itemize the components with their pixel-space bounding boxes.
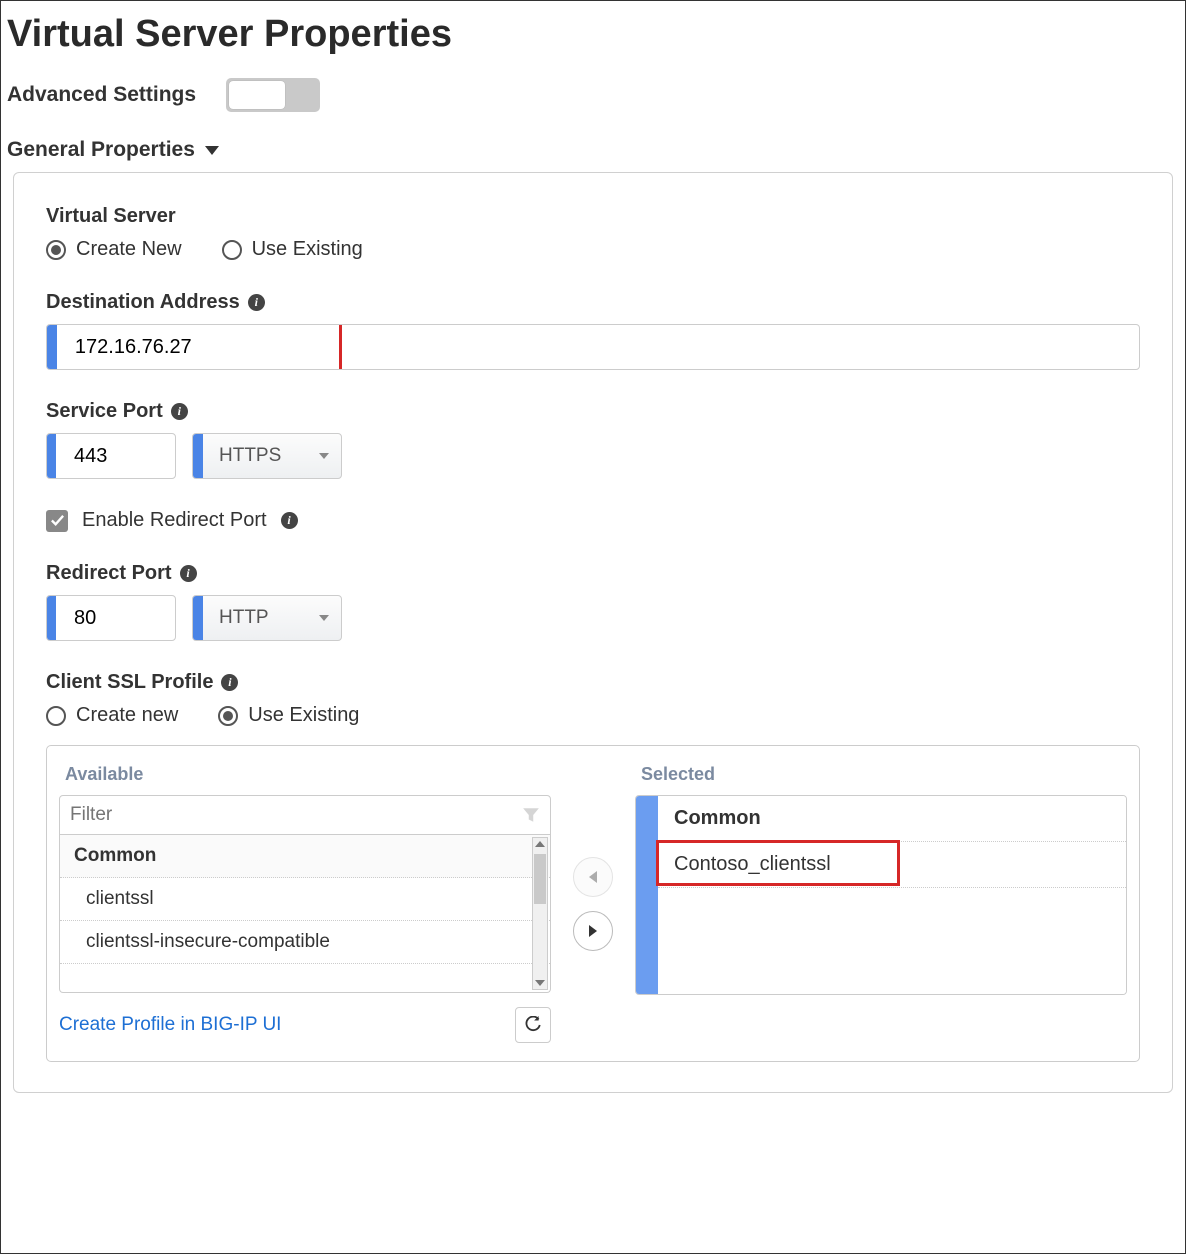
scroll-down-icon — [535, 980, 545, 986]
service-port-protocol-select[interactable]: HTTPS — [192, 433, 342, 479]
chevron-down-icon — [205, 146, 219, 155]
destination-address-wrap — [46, 324, 1140, 370]
list-group-header: Common — [658, 796, 1126, 842]
radio-icon — [46, 240, 66, 260]
service-port-input[interactable] — [56, 434, 175, 478]
chevron-down-icon — [319, 615, 329, 621]
input-stripe — [193, 434, 203, 478]
check-icon — [50, 513, 65, 528]
list-group-header: Common — [60, 835, 550, 878]
radio-use-existing-vs[interactable]: Use Existing — [222, 238, 363, 261]
radio-icon — [46, 706, 66, 726]
info-icon[interactable]: i — [171, 403, 188, 420]
arrow-right-icon — [589, 925, 597, 937]
redirect-port-wrap — [46, 595, 176, 641]
page-title: Virtual Server Properties — [7, 13, 1179, 56]
radio-use-existing-ssl[interactable]: Use Existing — [218, 704, 359, 727]
enable-redirect-label: Enable Redirect Port — [82, 509, 267, 532]
selected-title: Selected — [641, 764, 1127, 785]
section-title: General Properties — [7, 138, 195, 162]
refresh-icon — [524, 1016, 542, 1034]
info-icon[interactable]: i — [221, 674, 238, 691]
radio-create-new-vs[interactable]: Create New — [46, 238, 182, 261]
service-port-wrap — [46, 433, 176, 479]
destination-address-label: Destination Address i — [46, 291, 1140, 314]
advanced-settings-toggle[interactable] — [226, 78, 320, 112]
scrollbar-thumb[interactable] — [534, 854, 546, 904]
radio-icon — [222, 240, 242, 260]
refresh-button[interactable] — [515, 1007, 551, 1043]
list-item[interactable]: clientssl-insecure-compatible — [60, 921, 550, 964]
input-stripe — [47, 325, 57, 369]
redirect-port-label: Redirect Port i — [46, 562, 1140, 585]
list-item[interactable]: clientssl — [60, 878, 550, 921]
input-stripe — [47, 596, 56, 640]
radio-create-new-ssl[interactable]: Create new — [46, 704, 178, 727]
enable-redirect-checkbox[interactable] — [46, 510, 68, 532]
info-icon[interactable]: i — [180, 565, 197, 582]
input-stripe — [47, 434, 56, 478]
filter-icon — [522, 806, 540, 824]
selection-bar — [636, 796, 658, 994]
available-title: Available — [65, 764, 551, 785]
filter-input[interactable] — [60, 804, 522, 826]
move-right-button[interactable] — [573, 911, 613, 951]
radio-icon — [218, 706, 238, 726]
info-icon[interactable]: i — [281, 512, 298, 529]
general-properties-header[interactable]: General Properties — [7, 138, 1179, 162]
input-stripe — [193, 596, 203, 640]
scrollbar[interactable] — [532, 837, 548, 990]
ssl-profile-transfer: Available Common clientssl clientssl-ins… — [46, 745, 1140, 1062]
list-item[interactable]: Contoso_clientssl — [658, 842, 1126, 888]
client-ssl-profile-label: Client SSL Profile i — [46, 671, 1140, 694]
move-left-button[interactable] — [573, 857, 613, 897]
selected-listbox[interactable]: Common Contoso_clientssl — [635, 795, 1127, 995]
info-icon[interactable]: i — [248, 294, 265, 311]
create-profile-link[interactable]: Create Profile in BIG-IP UI — [59, 1014, 281, 1036]
redirect-port-input[interactable] — [56, 596, 175, 640]
virtual-server-label: Virtual Server — [46, 205, 1140, 228]
advanced-settings-label: Advanced Settings — [7, 83, 196, 107]
arrow-left-icon — [589, 871, 597, 883]
redirect-port-protocol-select[interactable]: HTTP — [192, 595, 342, 641]
chevron-down-icon — [319, 453, 329, 459]
available-listbox[interactable]: Common clientssl clientssl-insecure-comp… — [59, 835, 551, 993]
service-port-label: Service Port i — [46, 400, 1140, 423]
general-properties-panel: Virtual Server Create New Use Existing D… — [13, 172, 1173, 1093]
destination-address-input[interactable] — [57, 325, 1139, 369]
scroll-up-icon — [535, 841, 545, 847]
filter-box — [59, 795, 551, 835]
